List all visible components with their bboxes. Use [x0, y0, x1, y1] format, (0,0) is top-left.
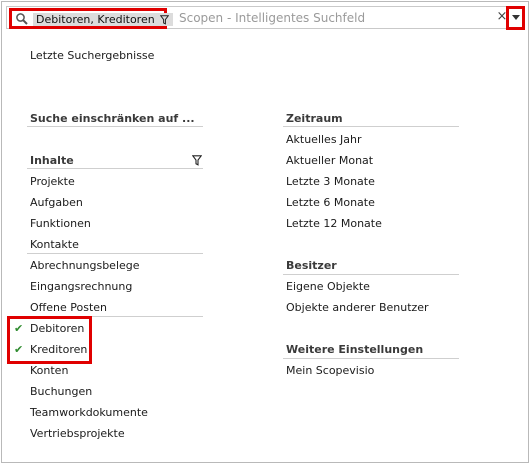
more-item-mein-scopevisio[interactable]: Mein Scopevisio — [286, 364, 374, 377]
checkmark-icon: ✔ — [14, 322, 24, 335]
owner-item-eigene-objekte[interactable]: Eigene Objekte — [286, 280, 370, 293]
owner-heading: Besitzer — [286, 259, 337, 272]
content-item-debitoren[interactable]: Debitoren — [30, 322, 84, 335]
content-item-offene-posten[interactable]: Offene Posten — [30, 301, 107, 314]
scope-chip[interactable]: Debitoren, Kreditoren — [33, 13, 173, 26]
content-item-kreditoren[interactable]: Kreditoren — [30, 343, 87, 356]
divider — [27, 253, 203, 254]
search-icon — [16, 13, 28, 25]
period-item-letzte-3-monate[interactable]: Letzte 3 Monate — [286, 175, 375, 188]
content-item-projekte[interactable]: Projekte — [30, 175, 75, 188]
divider — [283, 126, 459, 127]
period-item-letzte-12-monate[interactable]: Letzte 12 Monate — [286, 217, 382, 230]
content-item-konten[interactable]: Konten — [30, 364, 68, 377]
divider — [27, 126, 203, 127]
search-input[interactable] — [179, 8, 489, 27]
search-bar: Debitoren, Kreditoren × — [6, 6, 525, 30]
divider — [283, 274, 459, 275]
restrict-heading: Suche einschränken auf ... — [30, 112, 195, 125]
scope-highlight: Debitoren, Kreditoren — [9, 8, 173, 29]
scope-chip-label: Debitoren, Kreditoren — [36, 13, 155, 26]
owner-item-objekte-anderer-benutzer[interactable]: Objekte anderer Benutzer — [286, 301, 429, 314]
period-item-aktuelles-jahr[interactable]: Aktuelles Jahr — [286, 133, 362, 146]
funnel-icon[interactable] — [159, 14, 169, 25]
content-item-teamworkdokumente[interactable]: Teamworkdokumente — [30, 406, 148, 419]
dropdown-button[interactable] — [506, 6, 525, 30]
funnel-icon[interactable] — [192, 155, 202, 166]
content-item-eingangsrechnung[interactable]: Eingangsrechnung — [30, 280, 132, 293]
dropdown-arrow-icon — [512, 15, 520, 20]
period-heading: Zeitraum — [286, 112, 343, 125]
divider — [27, 168, 203, 169]
content-item-funktionen[interactable]: Funktionen — [30, 217, 91, 230]
content-item-vertriebsprojekte[interactable]: Vertriebsprojekte — [30, 427, 125, 440]
content-item-aufgaben[interactable]: Aufgaben — [30, 196, 83, 209]
divider — [283, 358, 459, 359]
period-item-letzte-6-monate[interactable]: Letzte 6 Monate — [286, 196, 375, 209]
contents-heading: Inhalte — [30, 154, 74, 167]
content-item-kontakte[interactable]: Kontakte — [30, 238, 79, 251]
more-settings-heading: Weitere Einstellungen — [286, 343, 424, 356]
period-item-aktueller-monat[interactable]: Aktueller Monat — [286, 154, 373, 167]
content-item-abrechnungsbelege[interactable]: Abrechnungsbelege — [30, 259, 140, 272]
checkmark-icon: ✔ — [14, 343, 24, 356]
content-item-buchungen[interactable]: Buchungen — [30, 385, 92, 398]
recent-results-link[interactable]: Letzte Suchergebnisse — [30, 49, 154, 62]
